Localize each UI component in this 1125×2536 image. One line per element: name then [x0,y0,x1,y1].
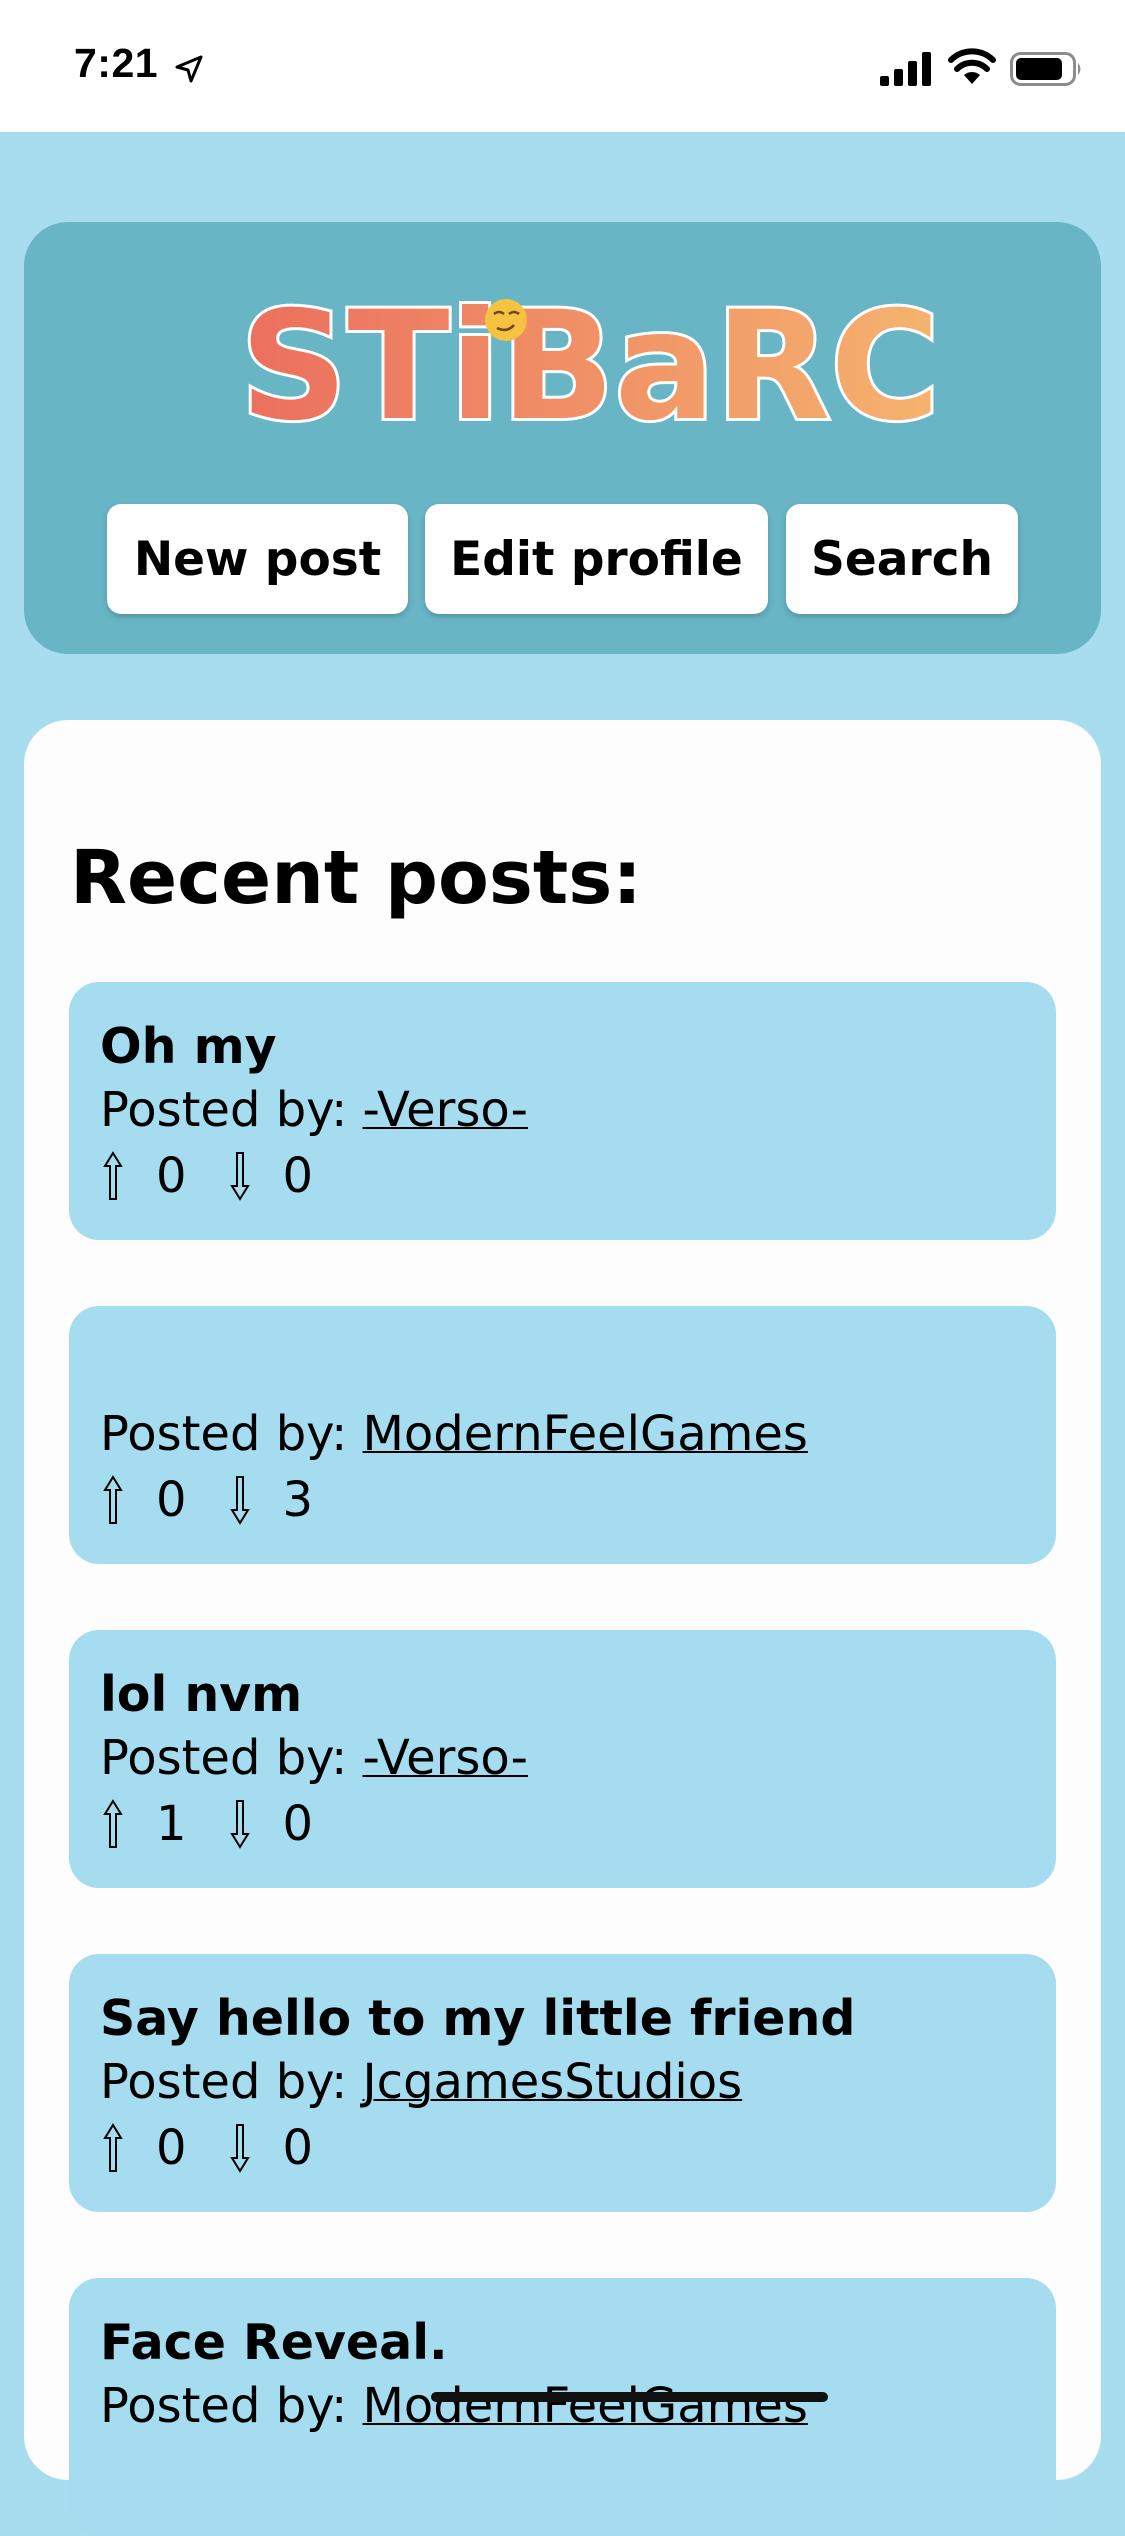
vote-counts: 0 3 [100,1471,353,1529]
upvote-icon[interactable] [100,1474,126,1526]
status-time: 7:21 [74,40,159,86]
posted-by-label: Posted by: [100,2054,348,2110]
upvote-count: 0 [156,1148,187,1204]
author-link[interactable]: JcgamesStudios [363,2054,743,2110]
post-title[interactable]: Face Reveal. [100,2314,448,2371]
upvote-count: 0 [156,2120,187,2176]
upvote-icon[interactable] [100,1798,126,1850]
upvote-icon[interactable] [100,2122,126,2174]
downvote-count: 0 [282,1148,314,1204]
downvote-icon[interactable] [227,1474,253,1526]
upvote-count: 0 [156,1472,187,1528]
posted-by-label: Posted by: [100,1082,348,1138]
smirk-face-icon [485,299,527,341]
page-title: Recent posts: [70,835,642,921]
new-post-button[interactable]: New post [107,504,408,614]
recent-posts-panel: Recent posts: Oh my Posted by: -Verso- 0… [24,720,1101,2536]
post-author-line: Posted by: -Verso- [100,1730,528,1786]
post-title[interactable]: lol nvm [100,1666,302,1723]
post-title[interactable]: Oh my [100,1018,277,1075]
search-button[interactable]: Search [786,504,1018,614]
edit-profile-button[interactable]: Edit profile [425,504,768,614]
downvote-icon[interactable] [227,1798,253,1850]
posted-by-label: Posted by: [100,1406,348,1462]
upvote-icon[interactable] [100,1150,126,1202]
vote-counts: 0 0 [100,1147,353,1205]
logo-text: STiBaRC [240,290,940,440]
vote-counts: 1 0 [100,1795,353,1853]
vote-counts: 0 0 [100,2119,353,2177]
post-author-line: Posted by: ModernFeelGames [100,2378,808,2434]
post-author-line: Posted by: JcgamesStudios [100,2054,742,2110]
downvote-count: 0 [282,1796,314,1852]
post-card[interactable]: Posted by: ModernFeelGames 0 3 [69,1306,1056,1564]
scribble-strike-mark [431,2392,828,2402]
author-link[interactable]: -Verso- [363,1082,528,1138]
author-link[interactable]: ModernFeelGames [363,2378,808,2434]
downvote-icon[interactable] [227,1150,253,1202]
header-card: STiBaRC New post Edit profile Search [24,222,1101,654]
posted-by-label: Posted by: [100,2378,348,2434]
post-card[interactable]: Face Reveal. Posted by: ModernFeelGames [69,2278,1056,2536]
post-card[interactable]: Say hello to my little friend Posted by:… [69,1954,1056,2212]
post-author-line: Posted by: ModernFeelGames [100,1406,808,1462]
downvote-icon[interactable] [227,2122,253,2174]
battery-icon [1010,52,1081,86]
upvote-count: 1 [156,1796,187,1852]
posted-by-label: Posted by: [100,1730,348,1786]
status-bar: 7:21 [0,0,1125,132]
author-link[interactable]: -Verso- [363,1730,528,1786]
author-link[interactable]: ModernFeelGames [363,1406,808,1462]
downvote-count: 3 [282,1472,314,1528]
cellular-signal-icon [880,52,931,86]
post-card[interactable]: lol nvm Posted by: -Verso- 1 0 [69,1630,1056,1888]
stibarc-logo[interactable]: STiBaRC [210,290,970,440]
post-author-line: Posted by: -Verso- [100,1082,528,1138]
post-title[interactable]: Say hello to my little friend [100,1990,855,2047]
wifi-icon [948,48,996,84]
location-arrow-icon [175,55,203,83]
downvote-count: 0 [282,2120,314,2176]
post-card[interactable]: Oh my Posted by: -Verso- 0 0 [69,982,1056,1240]
